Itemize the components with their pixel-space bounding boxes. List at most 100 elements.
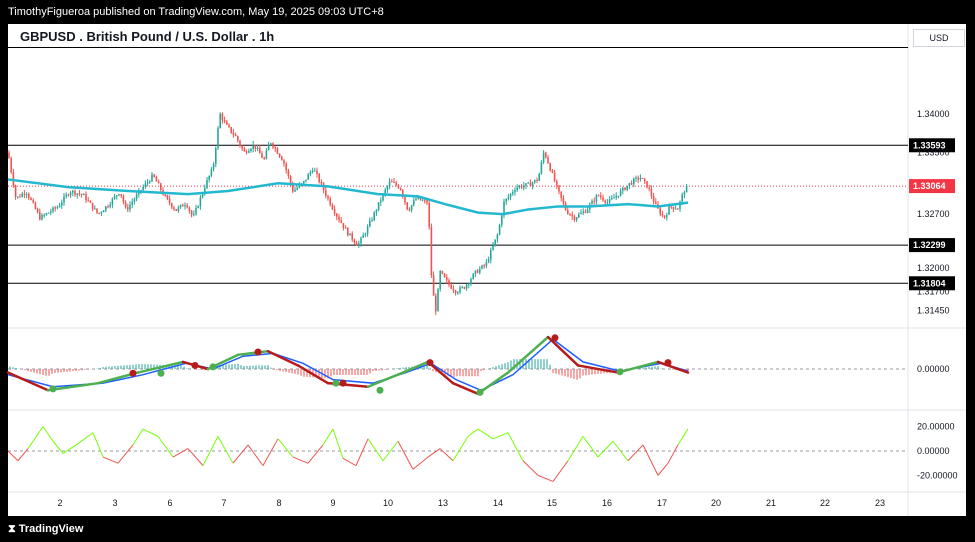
candle-body: [50, 211, 52, 213]
candle-body: [184, 205, 186, 207]
candle-body: [314, 170, 316, 172]
cci-line-segment: [397, 441, 414, 470]
candle-body: [124, 202, 127, 208]
candle-body: [160, 183, 162, 190]
candle-body: [63, 196, 65, 203]
candle-body: [219, 113, 221, 129]
candle-body: [287, 170, 290, 177]
candle-body: [549, 163, 551, 171]
candle-body: [571, 214, 573, 217]
candle-body: [241, 145, 243, 149]
cci-line-segment: [117, 444, 134, 464]
candle-body: [21, 193, 23, 197]
candle-body: [545, 152, 547, 158]
candle-body: [483, 265, 485, 267]
candle-body: [542, 152, 545, 163]
candle-body: [19, 196, 21, 198]
cci-line-segment: [307, 444, 324, 464]
cci-line-segment: [582, 436, 599, 458]
candle-body: [248, 151, 250, 153]
cci-axis-label: 20.00000: [917, 422, 955, 432]
candle-body: [540, 162, 543, 174]
candle-body: [393, 181, 395, 183]
candle-body: [685, 185, 688, 193]
candle-body: [496, 234, 499, 240]
cci-line-segment: [77, 432, 94, 445]
candle-body: [338, 216, 340, 221]
chart-canvas[interactable]: 1.335931.322991.318041.33064 1.314501.31…: [0, 0, 975, 542]
candle-body: [426, 200, 428, 203]
candle-body: [96, 208, 98, 213]
candle-body: [318, 174, 320, 183]
cci-axis-label: 0.00000: [917, 446, 950, 456]
candle-body: [362, 235, 364, 238]
candle-body: [410, 205, 413, 211]
x-tick-label: 6: [167, 498, 172, 508]
candle-body: [655, 201, 657, 205]
candle-body: [593, 200, 595, 202]
candle-body: [556, 181, 558, 186]
cci-line-segment: [477, 428, 494, 440]
y-tick-label: 1.32700: [917, 209, 950, 219]
candle-body: [613, 197, 615, 199]
candle-body: [149, 181, 151, 183]
x-tick-label: 9: [330, 498, 335, 508]
cci-line-segment: [427, 448, 441, 458]
candle-body: [523, 185, 525, 188]
macd-cross-dot: [209, 363, 217, 371]
candle-body: [437, 289, 439, 312]
currency-selector[interactable]: USD: [913, 29, 965, 47]
candle-body: [230, 127, 232, 133]
candle-body: [597, 195, 600, 197]
candle-body: [666, 214, 668, 218]
candle-body: [586, 209, 589, 213]
candle-body: [173, 207, 175, 210]
candle-body: [133, 199, 136, 202]
ema-line: [7, 178, 689, 216]
candle-body: [569, 213, 571, 215]
candle-body: [56, 207, 59, 209]
cci-line-segment: [667, 444, 679, 464]
candle-body: [331, 204, 334, 210]
candle-body: [349, 233, 351, 236]
candle-body: [8, 152, 10, 159]
candle-body: [505, 198, 507, 202]
candle-body: [259, 147, 261, 154]
candle-body: [628, 182, 631, 186]
candle-body: [215, 148, 217, 165]
candle-body: [78, 193, 81, 195]
candle-body: [171, 203, 173, 208]
x-tick-label: 16: [602, 498, 612, 508]
candle-body: [239, 140, 241, 146]
candle-body: [562, 197, 565, 204]
cci-line-segment: [92, 432, 104, 458]
cci-line-segment: [27, 426, 44, 449]
candle-body: [558, 185, 560, 192]
cci-line-segment: [62, 443, 79, 454]
candle-body: [404, 196, 406, 203]
candle-body: [276, 148, 279, 154]
candle-body: [509, 193, 512, 197]
candle-body: [457, 292, 459, 294]
x-tick-label: 21: [766, 498, 776, 508]
candle-body: [424, 200, 426, 202]
candle-body: [406, 202, 408, 210]
candle-body: [397, 185, 400, 188]
cci-line-segment: [7, 450, 19, 462]
candle-body: [507, 196, 510, 199]
macd-cross-dot: [191, 361, 199, 369]
cci-line-segment: [292, 456, 309, 464]
macd-line-segment: [451, 381, 480, 396]
cci-line-segment: [367, 438, 384, 462]
candle-body: [408, 209, 411, 211]
macd-line-segment: [6, 371, 50, 392]
x-tick-label: 2: [57, 498, 62, 508]
candle-body: [217, 128, 219, 149]
x-tick-label: 22: [820, 498, 830, 508]
cci-line-segment: [322, 428, 334, 446]
macd-cross-dot: [376, 386, 384, 394]
macd-line-segment: [506, 335, 550, 374]
tradingview-logo: ⧗ TradingView: [8, 523, 84, 535]
candle-body: [448, 280, 450, 285]
x-tick-label: 20: [711, 498, 721, 508]
